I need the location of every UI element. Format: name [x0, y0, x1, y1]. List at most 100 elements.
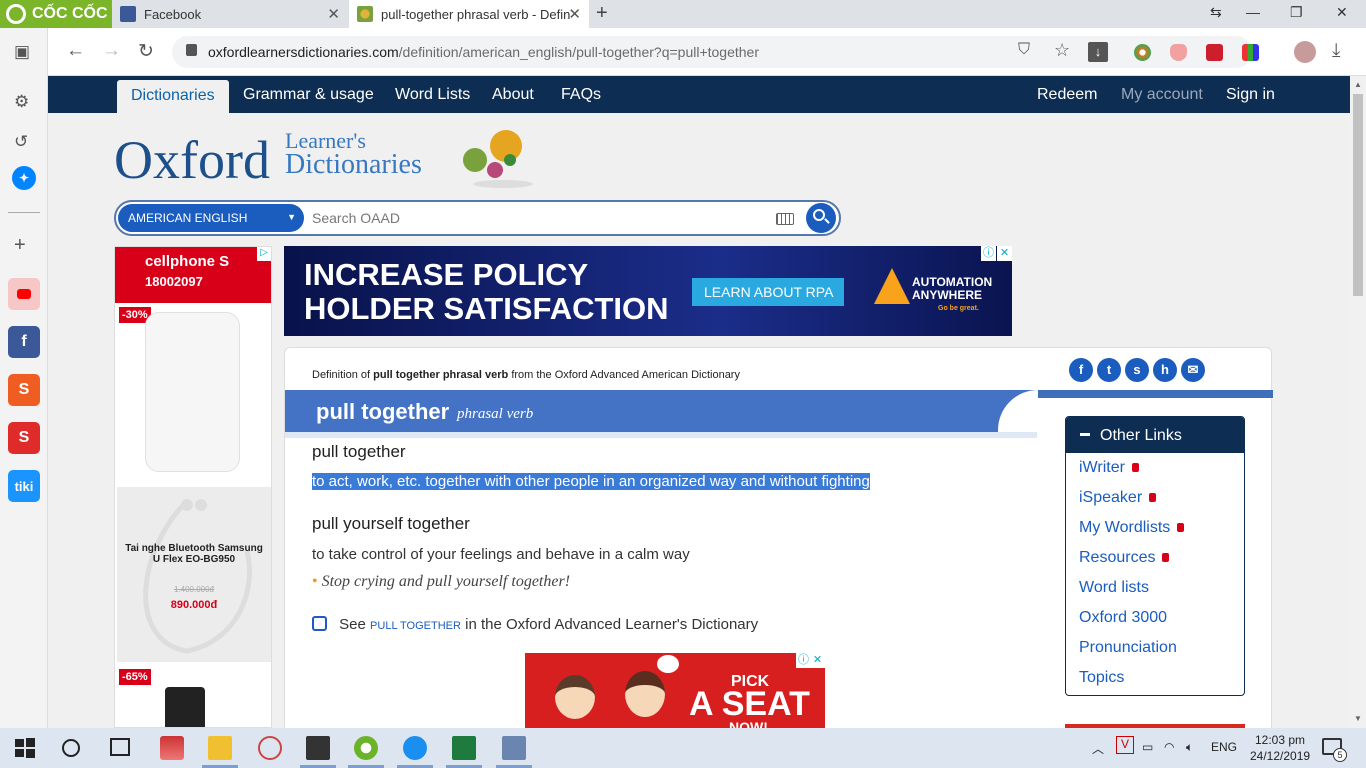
link-topics[interactable]: Topics: [1079, 669, 1124, 687]
address-bar[interactable]: oxfordlearnersdictionaries.com/definitio…: [172, 36, 1252, 68]
shield-icon[interactable]: ⛉: [1018, 41, 1030, 59]
taskbar-tool-icon[interactable]: [502, 736, 526, 760]
history-icon[interactable]: ↺: [14, 132, 28, 152]
close-icon[interactable]: ✕: [568, 5, 581, 23]
link-iwriter[interactable]: iWriter: [1079, 459, 1139, 477]
sense-definition: to act, work, etc. together with other p…: [312, 473, 870, 490]
other-links-header[interactable]: Other Links: [1066, 417, 1244, 453]
messenger-icon[interactable]: ✦: [12, 166, 36, 190]
new-tab-icon[interactable]: +: [596, 2, 608, 25]
stumbleupon-share-icon[interactable]: s: [1125, 358, 1149, 382]
forward-icon[interactable]: →: [102, 40, 121, 62]
search-input[interactable]: Search OAAD: [312, 210, 400, 226]
nav-my-account[interactable]: My account: [1121, 86, 1203, 104]
snipping-tool-icon[interactable]: [258, 736, 282, 760]
tab-oxford[interactable]: pull-together phrasal verb - Defini ✕: [349, 0, 589, 28]
tab-facebook[interactable]: Facebook ✕: [112, 0, 348, 28]
excel-icon[interactable]: [452, 736, 476, 760]
scroll-up-icon[interactable]: ▲: [1354, 80, 1362, 89]
logo-balls-icon: [463, 130, 533, 188]
link-ispeaker[interactable]: iSpeaker: [1079, 489, 1157, 507]
taskbar-app-icon[interactable]: [160, 736, 184, 760]
volume-icon[interactable]: 🔈︎: [1186, 740, 1193, 755]
task-view-icon[interactable]: [110, 738, 130, 756]
window-close-icon[interactable]: ✕: [1336, 4, 1348, 21]
close-icon[interactable]: ✕: [997, 246, 1012, 261]
reload-icon[interactable]: ↻: [138, 40, 154, 63]
entry-panel: Definition of pull together phrasal verb…: [284, 347, 1273, 728]
nav-sign-in[interactable]: Sign in: [1226, 86, 1275, 104]
banner-ad[interactable]: INCREASE POLICY HOLDER SATISFACTION LEAR…: [284, 246, 1012, 336]
download-page-icon[interactable]: ↓: [1088, 42, 1108, 62]
facebook-icon[interactable]: f: [8, 326, 40, 358]
link-my-wordlists[interactable]: My Wordlists: [1079, 519, 1185, 537]
cellphones-phone: 18002097: [145, 274, 203, 289]
info-icon[interactable]: ⓘ: [981, 246, 996, 261]
battery-icon[interactable]: ▭: [1142, 740, 1153, 754]
extension-red-icon[interactable]: [1206, 44, 1223, 61]
hi5-share-icon[interactable]: h: [1153, 358, 1177, 382]
star-icon[interactable]: ☆: [1054, 40, 1070, 61]
product-card[interactable]: Tai nghe Bluetooth Samsung U Flex EO-BG9…: [117, 487, 271, 662]
cortana-icon[interactable]: [62, 739, 80, 757]
minimize-icon[interactable]: —: [1246, 4, 1260, 20]
keyboard-icon[interactable]: [776, 213, 794, 225]
see-also-link[interactable]: PULL TOGETHER: [370, 620, 461, 632]
nav-about[interactable]: About: [492, 86, 534, 104]
extension-chrome-icon[interactable]: [1134, 44, 1151, 61]
maximize-icon[interactable]: ❐: [1290, 4, 1303, 21]
nav-word-lists[interactable]: Word Lists: [395, 86, 470, 104]
twitter-share-icon[interactable]: t: [1097, 358, 1121, 382]
page-scrollbar[interactable]: ▲ ▼: [1350, 76, 1366, 728]
nav-faqs[interactable]: FAQs: [561, 86, 601, 104]
nav-redeem[interactable]: Redeem: [1037, 86, 1097, 104]
link-word-lists[interactable]: Word lists: [1079, 579, 1149, 597]
facebook-share-icon[interactable]: f: [1069, 358, 1093, 382]
language-indicator[interactable]: ENG: [1211, 740, 1237, 754]
email-share-icon[interactable]: ✉: [1181, 358, 1205, 382]
banner-cta-button[interactable]: LEARN ABOUT RPA: [692, 278, 844, 306]
dictionary-select[interactable]: AMERICAN ENGLISH ▼: [118, 204, 304, 232]
nav-dictionaries[interactable]: Dictionaries: [117, 80, 229, 114]
sendo-icon[interactable]: S: [8, 422, 40, 454]
close-icon[interactable]: ✕: [327, 5, 340, 23]
extension-adblock-icon[interactable]: [1170, 44, 1187, 61]
wifi-icon[interactable]: ◠: [1164, 740, 1174, 754]
extension-grid-icon[interactable]: [1242, 44, 1259, 61]
downloads-icon[interactable]: ⤓: [1332, 40, 1340, 62]
coccoc-menu-button[interactable]: CỐC CỐC: [0, 0, 112, 28]
zalo-icon[interactable]: [403, 736, 427, 760]
link-resources[interactable]: Resources: [1079, 549, 1170, 567]
clock[interactable]: 12:03 pm 24/12/2019: [1250, 732, 1310, 764]
sticky-notes-icon[interactable]: [306, 736, 330, 760]
tab-search-icon[interactable]: ⇆: [1210, 4, 1222, 21]
banner-brand: AUTOMATION ANYWHERE Go be great.: [912, 275, 993, 313]
device-image: [165, 687, 205, 727]
scrollbar-thumb[interactable]: [1353, 94, 1363, 296]
seat-ad[interactable]: PICK A SEAT NOW! ⓘ ✕: [525, 653, 825, 728]
coccoc-browser-icon[interactable]: [354, 736, 378, 760]
link-oxford-3000[interactable]: Oxford 3000: [1079, 609, 1167, 627]
youtube-icon[interactable]: [8, 278, 40, 310]
back-icon[interactable]: ←: [66, 40, 85, 62]
info-icon[interactable]: ⓘ: [796, 653, 811, 668]
url-text[interactable]: oxfordlearnersdictionaries.com/definitio…: [208, 44, 759, 60]
windows-start-icon[interactable]: [13, 736, 37, 760]
file-explorer-icon[interactable]: [208, 736, 232, 760]
scroll-down-icon[interactable]: ▼: [1354, 714, 1362, 723]
chevron-up-icon[interactable]: ︿: [1092, 740, 1104, 757]
notification-count: 5: [1333, 748, 1347, 762]
unikey-icon[interactable]: V: [1116, 736, 1134, 754]
search-button[interactable]: [806, 203, 836, 233]
left-sidebar-ad[interactable]: cellphone S 18002097 -30% Tai nghe Bluet…: [114, 246, 272, 728]
close-icon[interactable]: ✕: [810, 653, 825, 668]
gear-icon[interactable]: ⚙: [14, 92, 29, 112]
panel-toggle-icon[interactable]: ▣: [14, 42, 30, 62]
adchoices-icon[interactable]: ▷: [257, 247, 271, 261]
nav-grammar-usage[interactable]: Grammar & usage: [243, 86, 374, 104]
link-pronunciation[interactable]: Pronunciation: [1079, 639, 1177, 657]
tiki-icon[interactable]: tiki: [8, 470, 40, 502]
shopee-icon[interactable]: S: [8, 374, 40, 406]
add-icon[interactable]: +: [14, 234, 26, 257]
avatar[interactable]: [1294, 41, 1316, 63]
